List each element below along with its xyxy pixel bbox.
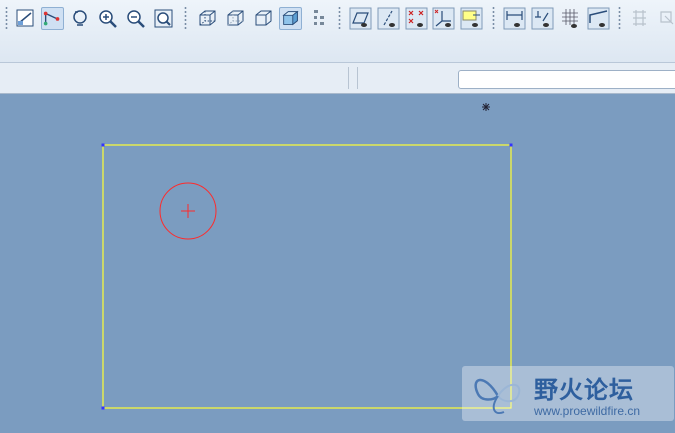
annotation-button[interactable] (460, 7, 483, 30)
shading-icon (282, 10, 299, 26)
watermark-title: 野火论坛 (534, 376, 634, 404)
refit-button[interactable] (152, 7, 175, 30)
vertex-display-icon (587, 7, 610, 30)
sketch-tool-icon (43, 11, 60, 26)
refit-icon (154, 9, 173, 28)
vertex-point[interactable] (509, 143, 513, 147)
hidden-line-button[interactable] (224, 7, 247, 30)
circle-center-mark (181, 204, 195, 218)
vertex-point[interactable] (101, 143, 105, 147)
toolbar-grip[interactable] (492, 6, 495, 30)
hidden-line-icon (227, 10, 244, 26)
model-tree-icon (314, 10, 324, 25)
repaint-button[interactable] (69, 7, 92, 30)
origin-marker (482, 103, 490, 111)
zoom-out-icon (127, 10, 145, 28)
constraint-display-icon (531, 7, 554, 30)
vertex-point[interactable] (101, 406, 105, 410)
disabled-tool-1-icon (633, 10, 646, 26)
coordinate-systems-button[interactable] (432, 7, 455, 30)
constraint-display-button[interactable] (531, 7, 554, 30)
disabled-tool-2-icon (660, 11, 674, 25)
disabled-tool-1-button (628, 7, 651, 30)
divider (348, 67, 349, 89)
butterfly-logo (474, 378, 521, 414)
watermark-url: www.proewildfire.cn (534, 404, 641, 418)
datum-planes-button[interactable] (349, 7, 372, 30)
datum-planes-icon (349, 7, 372, 30)
annotation-icon (460, 7, 483, 30)
sketch-tool-button[interactable] (41, 7, 64, 30)
datum-points-button[interactable] (405, 7, 428, 30)
wireframe-button[interactable] (196, 7, 219, 30)
sketch-setup-button[interactable] (14, 7, 37, 30)
datum-axes-button[interactable] (377, 7, 400, 30)
dimension-display-icon (503, 7, 526, 30)
dimension-display-button[interactable] (503, 7, 526, 30)
divider (357, 67, 358, 89)
vertex-display-button[interactable] (587, 7, 610, 30)
watermark: 野火论坛 www.proewildfire.cn (462, 366, 674, 421)
model-tree-button[interactable] (308, 7, 331, 30)
grid-display-button[interactable] (559, 7, 582, 30)
sketch-rectangle[interactable] (102, 144, 512, 409)
no-hidden-button[interactable] (252, 7, 275, 30)
grid-display-icon (562, 9, 578, 28)
datum-points-icon (405, 7, 428, 30)
sketch-setup-icon (16, 9, 34, 27)
zoom-in-button[interactable] (96, 7, 119, 30)
toolbar-grip[interactable] (5, 6, 8, 30)
toolbar-grip[interactable] (184, 6, 187, 30)
datum-axes-icon (377, 7, 400, 30)
coordinate-systems-icon (432, 7, 455, 30)
wireframe-icon (199, 10, 216, 26)
main-toolbar (0, 0, 675, 63)
toolbar-grip[interactable] (338, 6, 341, 30)
no-hidden-icon (255, 10, 272, 26)
toolbar-grip[interactable] (618, 6, 621, 30)
zoom-in-icon (99, 10, 117, 28)
disabled-tool-2-button (656, 7, 675, 30)
zoom-out-button[interactable] (124, 7, 147, 30)
shading-button[interactable] (279, 7, 302, 30)
command-input[interactable] (458, 70, 675, 89)
repaint-icon (73, 10, 87, 26)
